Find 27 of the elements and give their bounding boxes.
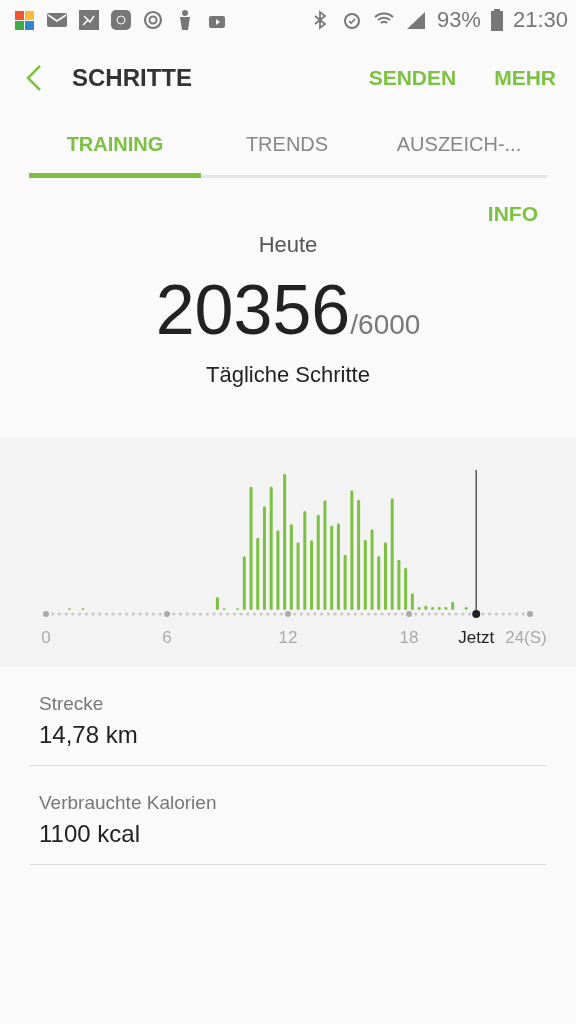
- period-label: Heute: [258, 232, 318, 258]
- back-icon[interactable]: [26, 65, 42, 91]
- header-action[interactable]: MEHR: [494, 66, 556, 90]
- app-grid-icon: [14, 9, 36, 31]
- axis-label: 24(S): [505, 628, 547, 647]
- axis-label: 6: [162, 628, 172, 647]
- axis-label: 12: [278, 628, 298, 647]
- battery-percent: 93%: [436, 7, 481, 33]
- now-label: Jetzt: [458, 628, 495, 647]
- page-title: SCHRITTE: [72, 64, 193, 92]
- stat-label: Strecke: [39, 693, 105, 715]
- stat-value: 1100 kcal: [39, 820, 141, 848]
- steps-caption: Tägliche Schritte: [206, 362, 370, 388]
- tab[interactable]: TRAINING: [29, 116, 201, 178]
- header-action[interactable]: SENDEN: [368, 66, 457, 90]
- step-count: 20356: [155, 270, 351, 350]
- battery-icon: [490, 9, 503, 31]
- axis-label: 0: [41, 628, 51, 647]
- step-goal: /6000: [350, 309, 421, 341]
- clock: 21:30: [512, 7, 568, 33]
- stat-label: Verbrauchte Kalorien: [39, 792, 218, 814]
- axis-label: 18: [399, 628, 419, 647]
- stat-value: 14,78 km: [39, 721, 139, 749]
- tab[interactable]: TRENDS: [201, 116, 373, 178]
- app-badge-icon: [110, 9, 132, 31]
- tab[interactable]: AUSZEICH-...: [373, 116, 545, 178]
- info-link[interactable]: INFO: [487, 202, 538, 226]
